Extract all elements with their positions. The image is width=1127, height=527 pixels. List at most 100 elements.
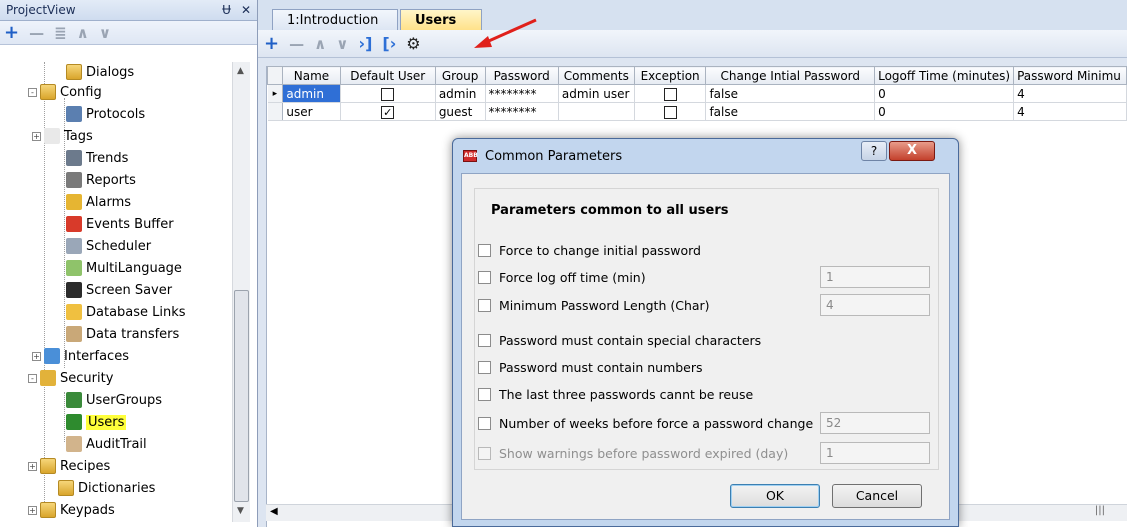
checkbox[interactable] (663, 105, 677, 119)
scroll-down-icon[interactable]: ▼ (237, 506, 244, 516)
move-up-icon[interactable]: ∧ (314, 35, 326, 53)
cell-name[interactable]: user (282, 102, 341, 121)
cell-group[interactable]: guest (435, 102, 486, 121)
move-down-icon[interactable]: ∨ (99, 24, 111, 42)
tree-item-tags[interactable]: + Tags (32, 126, 93, 146)
tree-item-dialogs[interactable]: Dialogs (66, 62, 134, 82)
tree-item-scheduler[interactable]: Scheduler (66, 236, 151, 256)
column-header[interactable]: Exception (633, 66, 707, 85)
tree-item-alarms[interactable]: Alarms (66, 192, 131, 212)
option-checkbox-row[interactable]: The last three passwords cannt be reuse (478, 383, 753, 405)
column-header[interactable]: Comments (557, 66, 635, 85)
checkbox[interactable] (478, 270, 491, 284)
properties-icon[interactable]: ≣ (54, 24, 67, 42)
collapse-icon[interactable]: - (28, 87, 37, 97)
expand-icon[interactable]: + (32, 351, 41, 361)
collapse-icon[interactable]: [› (382, 34, 396, 53)
cell-password[interactable]: ******** (485, 84, 559, 103)
cell-comments[interactable] (558, 102, 635, 121)
cell-password-minimum[interactable]: 4 (1013, 84, 1127, 103)
cell-password-minimum[interactable]: 4 (1013, 102, 1127, 121)
default-user-checkbox[interactable]: ✓ (340, 102, 436, 121)
tree-item-database-links[interactable]: Database Links (66, 302, 186, 322)
ok-button[interactable]: OK (730, 484, 820, 508)
option-checkbox-row[interactable]: Password must contain numbers (478, 356, 703, 378)
tree-item-data-transfers[interactable]: Data transfers (66, 324, 179, 344)
tree-item-recipes[interactable]: + Recipes (28, 456, 110, 476)
tree-item-reports[interactable]: Reports (66, 170, 136, 190)
option-checkbox-row[interactable]: Force to change initial password (478, 239, 701, 261)
cell-change-initial-password[interactable]: false (705, 84, 876, 103)
tree-item-interfaces[interactable]: + Interfaces (32, 346, 129, 366)
checkbox[interactable]: ✓ (381, 105, 395, 119)
checkbox[interactable] (478, 360, 491, 374)
tree-item-usergroups[interactable]: UserGroups (66, 390, 162, 410)
cancel-button[interactable]: Cancel (832, 484, 922, 508)
checkbox[interactable] (478, 387, 491, 401)
tree-item-config[interactable]: - Config (28, 82, 102, 102)
checkbox[interactable] (478, 333, 491, 347)
expand-icon[interactable]: + (28, 505, 37, 515)
row-header[interactable]: ▸ (267, 84, 284, 103)
tree-item-multilanguage[interactable]: MultiLanguage (66, 258, 182, 278)
project-tree-scrollbar[interactable]: ▲ ▼ (232, 62, 250, 522)
expand-icon[interactable]: + (32, 131, 41, 141)
checkbox[interactable] (663, 87, 677, 101)
option-checkbox-row[interactable]: Number of weeks before force a password … (478, 412, 813, 434)
checkbox[interactable] (478, 298, 491, 312)
scroll-up-icon[interactable]: ▲ (237, 66, 244, 76)
option-checkbox-row[interactable]: Password must contain special characters (478, 329, 761, 351)
checkbox[interactable] (478, 416, 491, 430)
column-header[interactable]: Change Intial Password (705, 66, 876, 85)
row-header[interactable] (267, 102, 284, 121)
scroll-left-icon[interactable]: ◀ (270, 506, 278, 517)
checkbox[interactable] (478, 243, 491, 257)
default-user-checkbox[interactable] (340, 84, 436, 103)
column-header[interactable]: Default User (339, 66, 436, 85)
tree-item-audittrail[interactable]: AuditTrail (66, 434, 147, 454)
add-icon[interactable]: + (4, 22, 19, 43)
tree-item-protocols[interactable]: Protocols (66, 104, 145, 124)
remove-user-icon[interactable]: — (289, 35, 304, 53)
cell-logoff-time[interactable]: 0 (874, 102, 1015, 121)
move-up-icon[interactable]: ∧ (77, 24, 89, 42)
tree-item-security[interactable]: - Security (28, 368, 113, 388)
add-user-icon[interactable]: + (264, 33, 279, 54)
close-panel-icon[interactable]: ✕ (241, 3, 251, 17)
tab-introduction[interactable]: 1:Introduction (272, 9, 398, 30)
exception-checkbox[interactable] (634, 102, 707, 121)
scrollbar-thumb[interactable] (234, 290, 249, 502)
column-header[interactable]: Logoff Time (minutes) (874, 66, 1015, 85)
help-button[interactable]: ? (861, 141, 887, 161)
checkbox[interactable] (381, 87, 395, 101)
expand-icon[interactable]: ›] (358, 34, 372, 53)
column-header[interactable]: Password (484, 66, 559, 85)
tree-item-dictionaries[interactable]: Dictionaries (58, 478, 155, 498)
tree-item-trends[interactable]: Trends (66, 148, 128, 168)
column-header[interactable]: Password Minimu (1013, 66, 1127, 85)
column-header[interactable]: Name (282, 66, 341, 85)
exception-checkbox[interactable] (634, 84, 707, 103)
expand-icon[interactable]: + (28, 461, 37, 471)
cell-password[interactable]: ******** (485, 102, 559, 121)
move-down-icon[interactable]: ∨ (336, 35, 348, 53)
option-checkbox-row[interactable]: Minimum Password Length (Char) (478, 294, 710, 316)
cell-change-initial-password[interactable]: false (705, 102, 876, 121)
collapse-icon[interactable]: - (28, 373, 37, 383)
tree-item-keypads[interactable]: + Keypads (28, 500, 115, 520)
cell-comments[interactable]: admin user (558, 84, 635, 103)
table-row[interactable]: ▸ admin admin ******** admin user false 0 4 (267, 84, 1127, 103)
scrollbar-grip-icon[interactable]: ||| (1095, 505, 1105, 516)
cell-group[interactable]: admin (435, 84, 486, 103)
tree-item-screen-saver[interactable]: Screen Saver (66, 280, 172, 300)
pin-icon[interactable]: Ʉ (222, 3, 231, 17)
gear-icon[interactable]: ⚙ (406, 34, 420, 53)
option-checkbox-row[interactable]: Force log off time (min) (478, 266, 646, 288)
tree-item-users[interactable]: Users (66, 412, 127, 432)
column-header[interactable]: Group (434, 66, 486, 85)
close-dialog-button[interactable]: X (889, 141, 935, 161)
cell-name[interactable]: admin (282, 84, 341, 103)
remove-icon[interactable]: — (29, 24, 44, 42)
table-row[interactable]: user ✓ guest ******** false 0 4 (267, 102, 1127, 121)
cell-logoff-time[interactable]: 0 (874, 84, 1015, 103)
